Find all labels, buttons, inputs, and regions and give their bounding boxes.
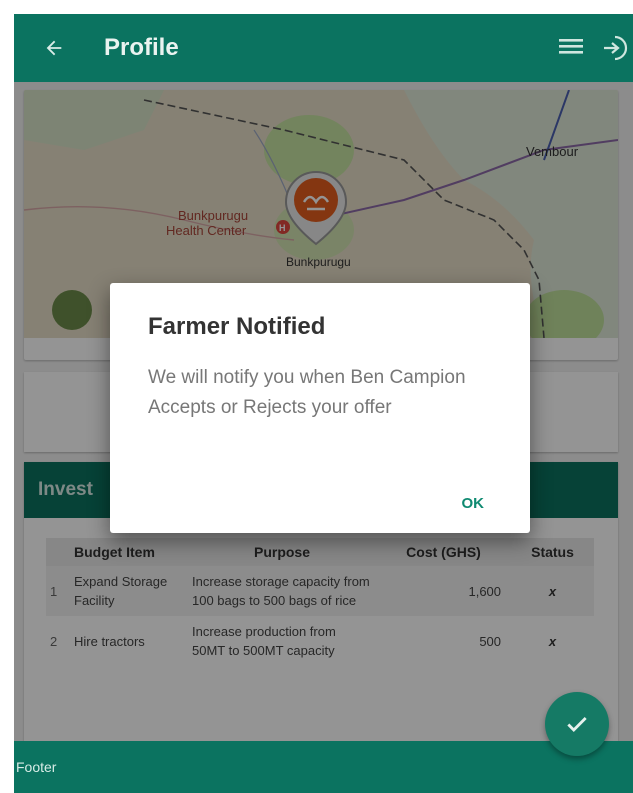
confirm-fab-button[interactable] — [545, 692, 609, 756]
footer: Footer — [14, 741, 633, 793]
dialog-message: We will notify you when Ben Campion Acce… — [148, 367, 466, 418]
footer-label: Footer — [16, 759, 57, 775]
checkmark-icon — [567, 717, 587, 732]
app-bar: Profile — [14, 14, 633, 82]
farmer-notified-dialog: Farmer Notified We will notify you when … — [110, 283, 530, 533]
page-title: Profile — [104, 34, 179, 61]
logout-icon[interactable] — [601, 34, 631, 67]
ok-button[interactable]: OK — [456, 491, 491, 516]
hamburger-menu-icon[interactable] — [559, 36, 583, 61]
dialog-title: Farmer Notified — [148, 313, 326, 340]
arrow-left-icon[interactable] — [42, 36, 66, 60]
